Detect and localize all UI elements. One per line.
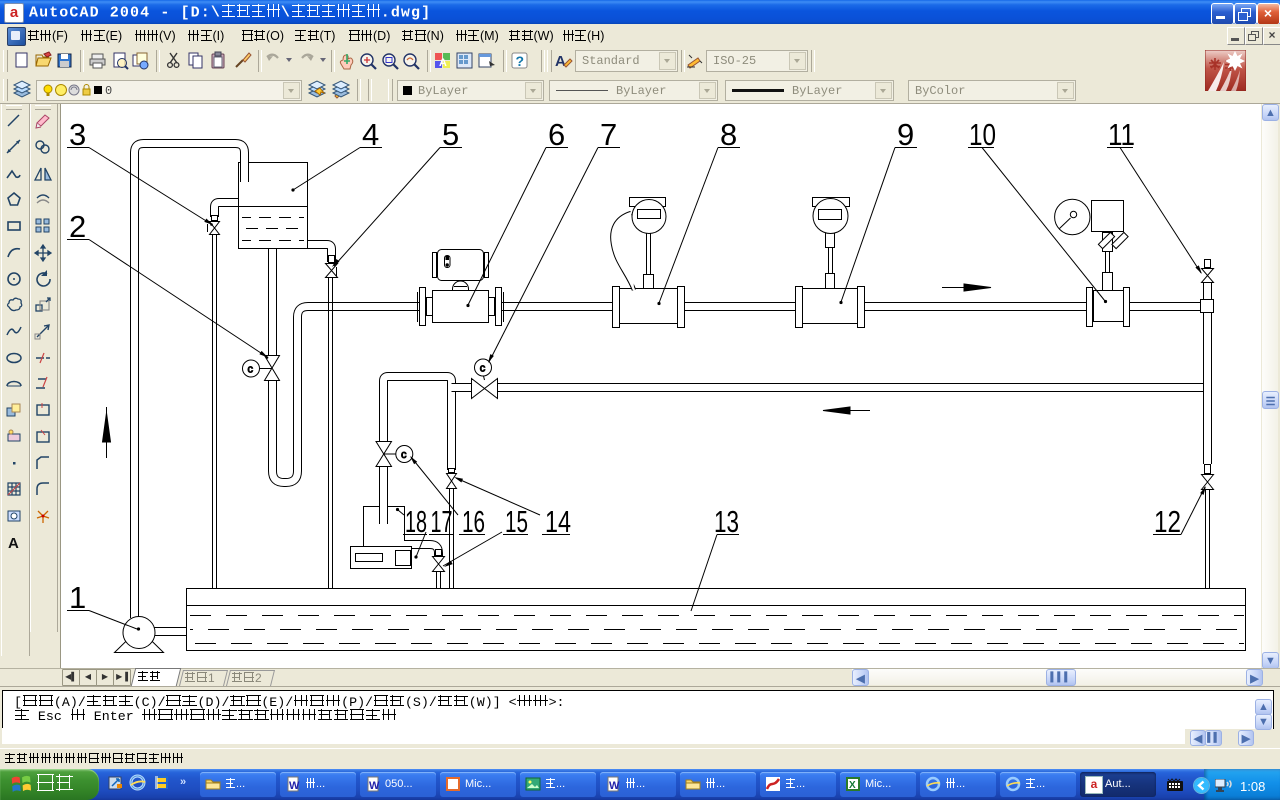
svg-text:W: W bbox=[609, 780, 620, 792]
svg-text:3: 3 bbox=[69, 117, 86, 152]
svg-text:13: 13 bbox=[714, 504, 739, 539]
svg-text:A: A bbox=[439, 57, 447, 69]
svg-text:W: W bbox=[289, 780, 300, 792]
svg-text:X: X bbox=[849, 780, 856, 791]
svg-text:17: 17 bbox=[431, 504, 453, 539]
svg-text:16: 16 bbox=[462, 504, 485, 539]
svg-text:2: 2 bbox=[69, 209, 86, 244]
svg-text:W: W bbox=[369, 780, 380, 792]
svg-text:18: 18 bbox=[405, 504, 427, 539]
svg-text:c: c bbox=[401, 449, 407, 461]
svg-text:10: 10 bbox=[969, 117, 996, 152]
svg-text:5: 5 bbox=[442, 117, 459, 152]
svg-text:?: ? bbox=[516, 53, 525, 69]
svg-text:c: c bbox=[480, 363, 486, 375]
svg-text:c: c bbox=[248, 364, 254, 376]
svg-text:8: 8 bbox=[720, 117, 737, 152]
svg-text:15: 15 bbox=[505, 504, 528, 539]
svg-text:12: 12 bbox=[1154, 504, 1181, 539]
svg-text:4: 4 bbox=[362, 117, 379, 152]
svg-text:14: 14 bbox=[545, 504, 571, 539]
svg-text:A: A bbox=[8, 535, 19, 552]
svg-text:11: 11 bbox=[1108, 117, 1135, 152]
svg-text:A: A bbox=[555, 53, 566, 70]
svg-text:6: 6 bbox=[548, 117, 565, 152]
svg-text:1: 1 bbox=[69, 580, 86, 615]
svg-text:7: 7 bbox=[600, 117, 617, 152]
svg-text:9: 9 bbox=[897, 117, 914, 152]
